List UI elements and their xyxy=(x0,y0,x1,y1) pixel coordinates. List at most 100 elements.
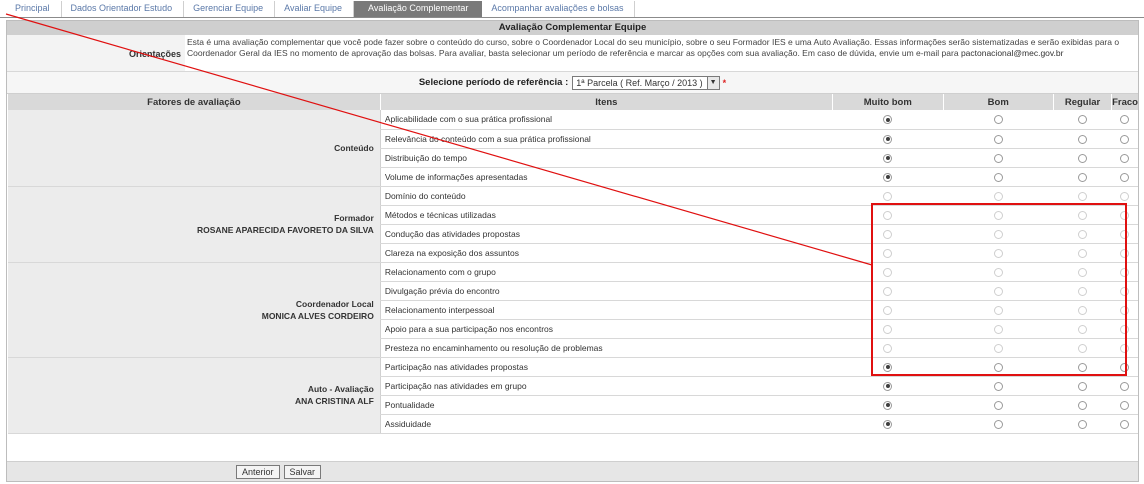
rating-cell xyxy=(1053,262,1112,282)
radio-fraco[interactable] xyxy=(1120,134,1130,144)
rating-cell xyxy=(1111,357,1138,377)
radio-fraco[interactable] xyxy=(1120,400,1130,410)
factor-group-cell: Formador ROSANE APARECIDA FAVORETO DA SIL… xyxy=(7,186,381,263)
header-items: Itens xyxy=(379,94,833,110)
footer-bar: Anterior Salvar xyxy=(7,461,1138,481)
rating-cell xyxy=(943,395,1054,415)
radio-fraco xyxy=(1120,267,1130,277)
item-label: Participação nas atividades propostas xyxy=(379,357,833,377)
period-select[interactable]: 1ª Parcela ( Ref. Março / 2013 ) ▼ xyxy=(572,75,720,90)
rating-cell xyxy=(943,167,1054,187)
tab-avaliacao-complementar[interactable]: Avaliação Complementar xyxy=(354,1,483,17)
radio-regular[interactable] xyxy=(1078,362,1088,372)
radio-muito-bom[interactable] xyxy=(883,400,893,410)
rating-cell xyxy=(832,319,944,339)
rating-cell xyxy=(1111,148,1138,168)
rating-cell xyxy=(1111,186,1138,206)
rating-cell xyxy=(832,262,944,282)
radio-muito-bom[interactable] xyxy=(883,134,893,144)
radio-bom[interactable] xyxy=(993,172,1003,182)
factor-label: Coordenador Local xyxy=(295,298,374,309)
tab-bar: Principal Dados Orientador Estudo Gerenc… xyxy=(0,0,1144,18)
radio-muito-bom[interactable] xyxy=(883,172,893,182)
radio-bom[interactable] xyxy=(993,134,1003,144)
radio-fraco[interactable] xyxy=(1120,381,1130,391)
radio-regular[interactable] xyxy=(1078,134,1088,144)
rating-cell xyxy=(1111,395,1138,415)
radio-muito-bom[interactable] xyxy=(883,362,893,372)
radio-fraco xyxy=(1120,286,1130,296)
radio-regular[interactable] xyxy=(1078,381,1088,391)
radio-regular xyxy=(1078,343,1088,353)
rating-cell xyxy=(943,338,1054,358)
rating-cell xyxy=(1053,243,1112,263)
factor-group-cell: Coordenador Local MONICA ALVES CORDEIRO xyxy=(7,262,381,358)
rating-cell xyxy=(1053,376,1112,396)
rating-cell xyxy=(1053,414,1112,434)
radio-fraco[interactable] xyxy=(1120,172,1130,182)
tab-principal[interactable]: Principal xyxy=(6,1,62,17)
instructions-row: Orientações Esta é uma avaliação complem… xyxy=(7,35,1138,72)
support-email: pactonacional@mec.gov.br xyxy=(960,48,1064,58)
radio-bom xyxy=(993,191,1003,201)
table-header-row: Fatores de avaliação Itens Muito bom Bom… xyxy=(7,94,1138,110)
radio-fraco xyxy=(1120,324,1130,334)
radio-muito-bom xyxy=(883,305,893,315)
radio-muito-bom[interactable] xyxy=(883,115,893,125)
item-label: Divulgação prévia do encontro xyxy=(379,281,833,301)
header-bom: Bom xyxy=(942,94,1054,110)
radio-fraco[interactable] xyxy=(1120,153,1130,163)
rating-cell xyxy=(832,395,944,415)
rating-cell xyxy=(1053,129,1112,149)
tab-avaliar-equipe[interactable]: Avaliar Equipe xyxy=(275,1,354,17)
radio-fraco[interactable] xyxy=(1120,115,1130,125)
tab-acompanhar-avaliacoes[interactable]: Acompanhar avaliações e bolsas xyxy=(482,1,636,17)
rating-cell xyxy=(1111,205,1138,225)
radio-regular[interactable] xyxy=(1078,400,1088,410)
rating-cell xyxy=(1111,167,1138,187)
evaluation-panel: Avaliação Complementar Equipe Orientaçõe… xyxy=(6,20,1139,482)
radio-bom[interactable] xyxy=(993,115,1003,125)
rating-cell xyxy=(1111,338,1138,358)
rating-cell xyxy=(832,300,944,320)
radio-bom[interactable] xyxy=(993,381,1003,391)
back-button[interactable]: Anterior xyxy=(236,464,280,479)
radio-fraco[interactable] xyxy=(1120,419,1130,429)
radio-regular[interactable] xyxy=(1078,172,1088,182)
rating-cell xyxy=(943,281,1054,301)
tab-gerenciar-equipe[interactable]: Gerenciar Equipe xyxy=(184,1,276,17)
item-label: Relacionamento interpessoal xyxy=(379,300,833,320)
table-row: Formador ROSANE APARECIDA FAVORETO DA SIL… xyxy=(7,186,1138,263)
radio-regular[interactable] xyxy=(1078,153,1088,163)
radio-bom[interactable] xyxy=(993,362,1003,372)
item-label: Métodos e técnicas utilizadas xyxy=(379,205,833,225)
radio-bom[interactable] xyxy=(993,153,1003,163)
radio-bom xyxy=(993,343,1003,353)
table-body: Conteúdo Aplicabilidade com o sua prática… xyxy=(7,110,1138,434)
rating-cell xyxy=(1053,281,1112,301)
factor-person-name: ANA CRISTINA ALF xyxy=(294,396,374,406)
radio-regular[interactable] xyxy=(1078,419,1088,429)
radio-bom[interactable] xyxy=(993,400,1003,410)
rating-cell xyxy=(1111,262,1138,282)
radio-muito-bom[interactable] xyxy=(883,419,893,429)
tab-dados-orientador[interactable]: Dados Orientador Estudo xyxy=(61,1,185,17)
rating-cell xyxy=(832,186,944,206)
radio-fraco xyxy=(1120,191,1130,201)
factor-label: Formador xyxy=(334,213,374,223)
rating-cell xyxy=(1053,148,1112,168)
radio-muito-bom[interactable] xyxy=(883,381,893,391)
radio-regular xyxy=(1078,267,1088,277)
rating-cell xyxy=(943,243,1054,263)
radio-regular[interactable] xyxy=(1078,115,1088,125)
radio-muito-bom[interactable] xyxy=(883,153,893,163)
save-button[interactable]: Salvar xyxy=(283,464,322,479)
factor-label: Auto - Avaliação xyxy=(307,384,374,394)
chevron-down-icon[interactable]: ▼ xyxy=(706,76,719,89)
radio-bom[interactable] xyxy=(993,419,1003,429)
radio-fraco xyxy=(1120,248,1130,258)
instructions-text: Esta é uma avaliação complementar que vo… xyxy=(185,35,1138,71)
radio-muito-bom xyxy=(883,286,893,296)
rating-cell xyxy=(943,186,1054,206)
radio-fraco[interactable] xyxy=(1120,362,1130,372)
